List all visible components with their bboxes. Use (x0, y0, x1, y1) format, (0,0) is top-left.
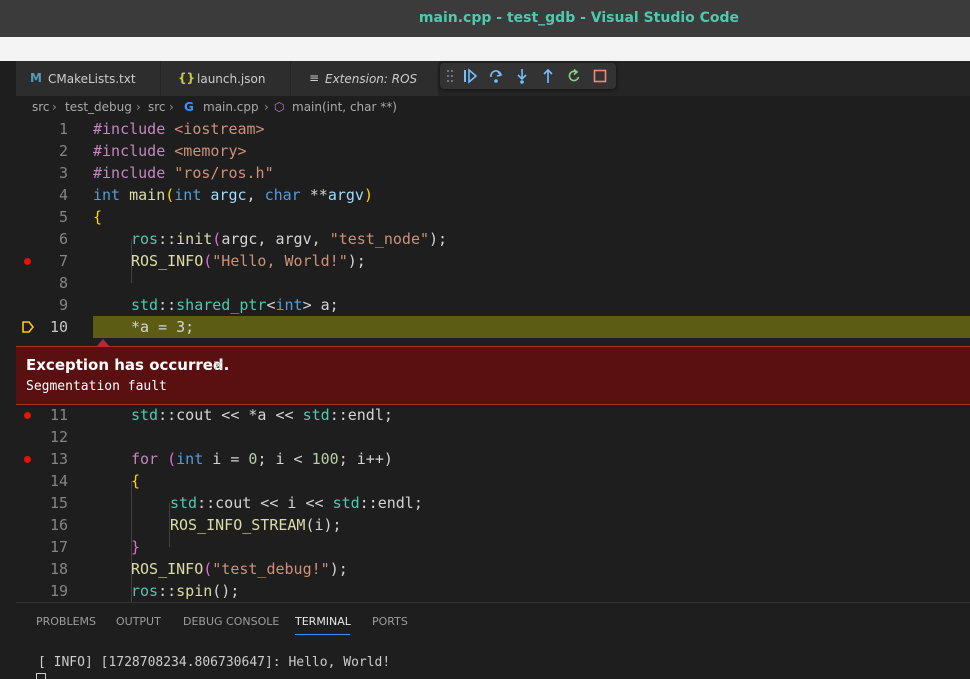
code-line: 12 (49, 428, 68, 446)
step-into-icon (517, 69, 527, 84)
stop-button[interactable] (588, 63, 612, 89)
tab-extension-ros[interactable]: ≡ Extension: ROS (291, 61, 439, 96)
chevron-right-icon: › (52, 100, 57, 114)
terminal-output[interactable]: [ INFO] [1728708234.806730647]: Hello, W… (38, 655, 390, 670)
code-line: 13 for (int i = 0; i < 100; i++) (16, 448, 970, 470)
code-line: 18 ROS_INFO("test_debug!"); (49, 560, 348, 578)
breadcrumb-item[interactable]: main.cpp (203, 100, 259, 114)
breadcrumb-item[interactable]: test_debug (65, 100, 132, 114)
tab-launch-json[interactable]: {} launch.json (161, 61, 291, 96)
restart-icon (568, 68, 580, 82)
tab-label: CMakeLists.txt (48, 72, 136, 86)
tab-cmakelists[interactable]: M CMakeLists.txt (16, 61, 161, 96)
chevron-right-icon: › (169, 100, 174, 114)
step-over-icon (490, 70, 503, 83)
tab-ports[interactable]: PORTS (372, 615, 408, 628)
code-line: 8 (58, 274, 68, 292)
exception-message: Segmentation fault (26, 379, 167, 394)
code-line: 9 std::shared_ptr<int> a; (58, 296, 339, 314)
code-line: 1 #include <iostream> (58, 120, 265, 138)
title-bar: main.cpp - test_gdb - Visual Studio Code (0, 0, 970, 37)
debug-toolbar (440, 63, 616, 89)
breadcrumb-item[interactable]: main(int, char **) (292, 100, 397, 114)
current-execution-line: 10 *a = 3; (16, 316, 970, 338)
tab-label: launch.json (197, 72, 266, 86)
code-line: 6 ros::init(argc, argv, "test_node"); (58, 230, 448, 248)
json-file-icon: {} (178, 71, 196, 85)
step-out-icon (543, 68, 553, 83)
code-line: 5 { (58, 208, 103, 226)
drag-handle-icon[interactable] (444, 63, 456, 89)
bottom-panel: PROBLEMS OUTPUT DEBUG CONSOLE TERMINAL P… (16, 602, 970, 679)
tab-debug-console[interactable]: DEBUG CONSOLE (183, 615, 279, 628)
code-line: 11 std::cout << *a << std::endl; (16, 404, 970, 426)
close-icon[interactable]: × (212, 356, 225, 374)
breadcrumb: src › test_debug › src › G main.cpp › ⬡ … (16, 96, 970, 118)
cmake-file-icon: M (30, 71, 42, 85)
active-tab-underline (295, 634, 350, 635)
code-line: 19 ros::spin(); (49, 582, 240, 600)
stop-icon (593, 69, 607, 83)
chevron-right-icon: › (136, 100, 141, 114)
restart-button[interactable] (562, 63, 586, 89)
code-line: 14 { (49, 472, 141, 490)
chevron-right-icon: › (264, 100, 269, 114)
method-icon: ⬡ (274, 100, 285, 114)
tab-output[interactable]: OUTPUT (116, 615, 161, 628)
extension-page-icon: ≡ (309, 71, 320, 85)
activity-strip (0, 61, 16, 677)
step-out-button[interactable] (536, 63, 560, 89)
breadcrumb-item[interactable]: src (148, 100, 166, 114)
step-into-button[interactable] (510, 63, 534, 89)
exception-title: Exception has occurred. (26, 356, 230, 374)
continue-button[interactable] (458, 63, 482, 89)
code-line: 17 } (49, 538, 141, 556)
tab-problems[interactable]: PROBLEMS (36, 615, 96, 628)
window-title: main.cpp - test_gdb - Visual Studio Code (418, 10, 740, 26)
code-line: 3 #include "ros/ros.h" (58, 164, 274, 182)
step-over-button[interactable] (484, 63, 508, 89)
continue-icon (464, 68, 478, 84)
code-line: 7 ROS_INFO("Hello, World!"); (16, 250, 970, 272)
tab-label: Extension: ROS (325, 72, 418, 86)
code-line: 2 #include <memory> (58, 142, 247, 160)
code-line: 4 int main(int argc, char **argv) (58, 186, 373, 204)
exception-widget: Exception has occurred. × Segmentation f… (16, 346, 970, 405)
breadcrumb-item[interactable]: src (32, 100, 50, 114)
tab-terminal[interactable]: TERMINAL (295, 615, 351, 628)
current-line-highlight (93, 316, 970, 338)
terminal-cursor (36, 673, 46, 679)
menu-strip (0, 37, 970, 61)
cpp-file-icon: G (184, 100, 194, 114)
code-line: 15 std::cout << i << std::endl; (49, 494, 423, 512)
code-line: 16 ROS_INFO_STREAM(i); (49, 516, 342, 534)
